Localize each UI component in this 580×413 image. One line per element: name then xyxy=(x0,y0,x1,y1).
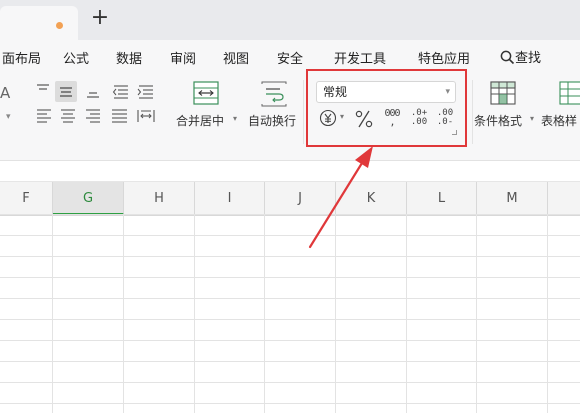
conditional-format-label[interactable]: 条件格式 xyxy=(474,112,522,129)
menu-formulas[interactable]: 公式 xyxy=(63,48,89,67)
column-header-row: F G H I J K L M xyxy=(0,181,580,216)
table-style-icon[interactable] xyxy=(559,81,580,105)
menu-view[interactable]: 视图 xyxy=(223,48,249,67)
column-header-h[interactable]: H xyxy=(124,182,195,215)
menu-page-layout[interactable]: 面布局 xyxy=(2,48,41,67)
search-button[interactable]: 查找 xyxy=(500,47,541,66)
merge-center-label[interactable]: 合并居中 xyxy=(176,112,224,129)
menu-security[interactable]: 安全 xyxy=(277,48,303,67)
ribbon-divider xyxy=(472,80,473,144)
menu-developer[interactable]: 开发工具 xyxy=(334,48,386,67)
ribbon: A ▾ 合并居中 ▾ 自动换行 常规 ▾ ▾ 000 , .0+ .00 .00… xyxy=(0,72,580,161)
conditional-format-icon[interactable] xyxy=(490,81,516,105)
table-style-label[interactable]: 表格样 xyxy=(541,112,577,129)
align-left-icon xyxy=(37,109,51,123)
cell-grid[interactable] xyxy=(0,214,580,413)
decrease-indent-icon xyxy=(112,85,128,99)
menu-bar: 面布局 公式 数据 审阅 视图 安全 开发工具 特色应用 查找 xyxy=(0,40,580,72)
font-expand-caret-icon: ▾ xyxy=(6,112,11,122)
conditional-format-caret-icon[interactable]: ▾ xyxy=(530,114,534,123)
increase-indent-icon xyxy=(137,85,153,99)
ribbon-divider xyxy=(303,80,304,144)
distributed-align-icon xyxy=(137,110,155,122)
search-label: 查找 xyxy=(515,51,542,66)
search-icon xyxy=(500,50,515,65)
menu-data[interactable]: 数据 xyxy=(116,48,142,67)
wrap-text-icon[interactable] xyxy=(260,81,288,107)
document-tab[interactable] xyxy=(0,6,78,40)
column-header-g[interactable]: G xyxy=(53,182,124,215)
align-center-icon xyxy=(61,109,75,123)
column-header-f[interactable]: F xyxy=(0,182,53,215)
tab-bar: + xyxy=(0,0,580,40)
new-tab-button[interactable]: + xyxy=(89,4,111,32)
align-right-icon xyxy=(86,109,100,123)
formula-bar-area xyxy=(0,161,580,181)
wrap-text-label[interactable]: 自动换行 xyxy=(248,112,296,129)
column-header-k[interactable]: K xyxy=(336,182,407,215)
alignment-group xyxy=(37,81,155,123)
justify-icon xyxy=(112,109,127,123)
merge-center-icon[interactable] xyxy=(193,81,219,105)
menu-review[interactable]: 审阅 xyxy=(170,48,196,67)
merge-center-caret-icon[interactable]: ▾ xyxy=(233,114,237,123)
menu-special-apps[interactable]: 特色应用 xyxy=(418,48,470,67)
column-header-m[interactable]: M xyxy=(477,182,548,215)
column-header-i[interactable]: I xyxy=(195,182,265,215)
align-top-icon xyxy=(37,84,49,90)
unsaved-dot-icon xyxy=(56,22,63,29)
font-partial-label: A xyxy=(0,84,11,102)
highlight-box xyxy=(306,69,467,147)
column-header-l[interactable]: L xyxy=(407,182,477,215)
align-bottom-icon xyxy=(87,92,99,98)
column-header-j[interactable]: J xyxy=(265,182,336,215)
